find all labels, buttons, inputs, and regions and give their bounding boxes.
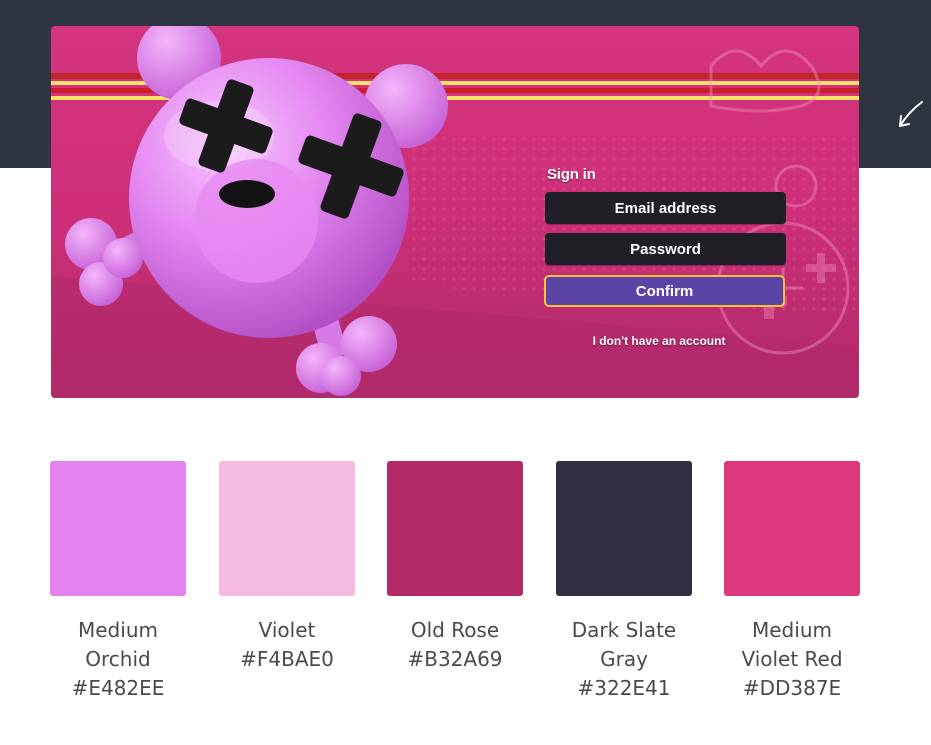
swatch-card: Medium Violet Red #DD387E <box>724 461 860 703</box>
swatch-color <box>724 461 860 596</box>
swatch-hex: #E482EE <box>71 676 165 700</box>
swatch-card: Medium Orchid #E482EE <box>50 461 186 703</box>
swatch-name: Old Rose <box>410 618 500 642</box>
hero-banner: Sign in Email address Password Confirm I… <box>51 26 859 398</box>
swatch-color <box>387 461 523 596</box>
email-field[interactable]: Email address <box>545 192 786 224</box>
swatch-card: Dark Slate Gray #322E41 <box>556 461 692 703</box>
swatch-name: Dark Slate Gray <box>571 618 677 671</box>
swatch-hex: #B32A69 <box>407 647 503 671</box>
swatch-card: Old Rose #B32A69 <box>387 461 523 674</box>
confirm-button[interactable]: Confirm <box>544 275 785 307</box>
swatch-card: Violet #F4BAE0 <box>219 461 355 674</box>
swatch-color <box>219 461 355 596</box>
signin-heading: Sign in <box>547 166 596 183</box>
swatch-hex: #F4BAE0 <box>240 647 334 671</box>
swatch-name: Medium Orchid <box>78 618 158 671</box>
swatch-color <box>50 461 186 596</box>
swatch-color <box>556 461 692 596</box>
swatch-name: Violet <box>258 618 316 642</box>
password-field[interactable]: Password <box>545 233 786 265</box>
swatch-hex: #322E41 <box>577 676 671 700</box>
arrow-icon <box>899 101 923 127</box>
no-account-link[interactable]: I don't have an account <box>545 334 773 348</box>
swatch-hex: #DD387E <box>742 676 842 700</box>
swatch-name: Medium Violet Red <box>741 618 843 671</box>
